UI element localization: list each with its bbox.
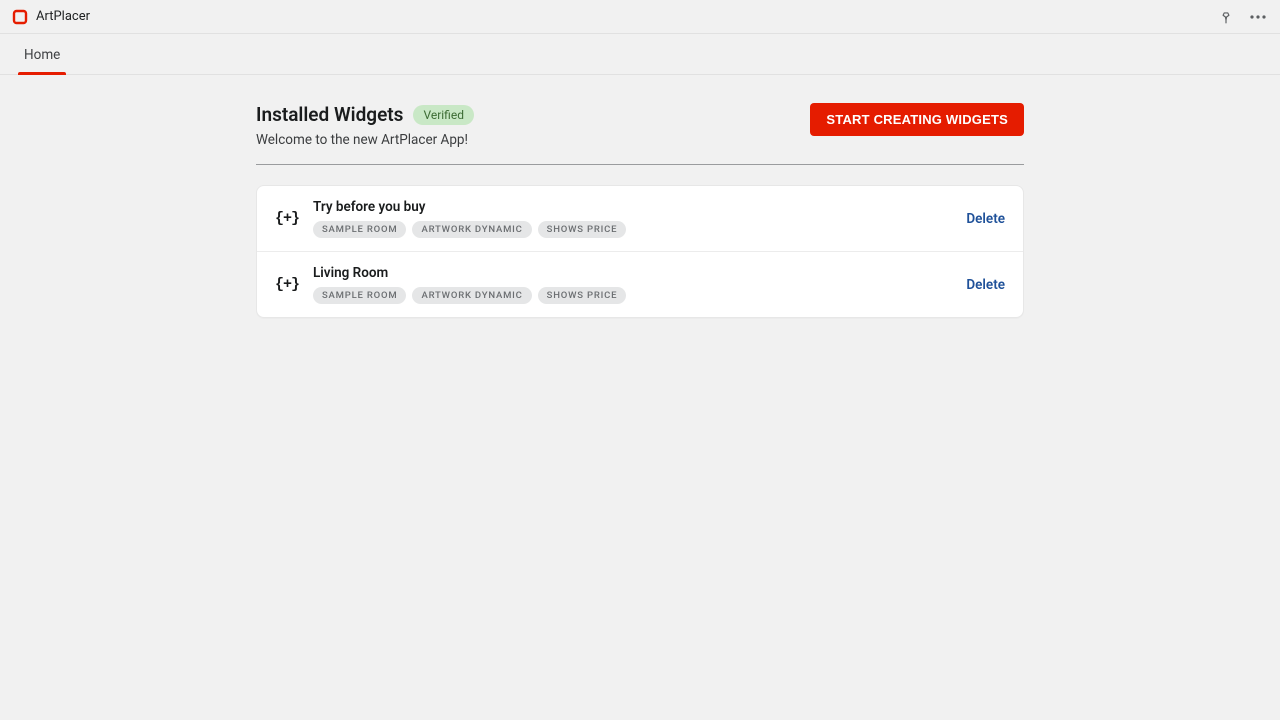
widget-tag: ARTWORK DYNAMIC	[412, 287, 531, 304]
start-creating-widgets-button[interactable]: START CREATING WIDGETS	[810, 103, 1024, 136]
widget-title: Try before you buy	[313, 199, 950, 215]
widget-icon: {+}	[275, 276, 297, 293]
widget-row[interactable]: {+} Try before you buy SAMPLE ROOM ARTWO…	[257, 186, 1023, 251]
header-divider	[256, 164, 1024, 165]
widget-tags: SAMPLE ROOM ARTWORK DYNAMIC SHOWS PRICE	[313, 221, 950, 238]
tab-bar: Home	[0, 34, 1280, 75]
widget-tag: SAMPLE ROOM	[313, 221, 406, 238]
widget-icon: {+}	[275, 210, 297, 227]
more-icon[interactable]	[1248, 7, 1268, 27]
widget-main: Try before you buy SAMPLE ROOM ARTWORK D…	[313, 199, 950, 238]
tab-home[interactable]: Home	[18, 36, 66, 74]
topbar-actions	[1216, 7, 1268, 27]
widget-main: Living Room SAMPLE ROOM ARTWORK DYNAMIC …	[313, 265, 950, 304]
app-logo-icon	[12, 9, 28, 25]
verified-badge: Verified	[413, 105, 474, 125]
content-area: Installed Widgets Verified Welcome to th…	[0, 75, 1280, 318]
widget-tag: SAMPLE ROOM	[313, 287, 406, 304]
widget-tag: ARTWORK DYNAMIC	[412, 221, 531, 238]
pin-icon[interactable]	[1216, 7, 1236, 27]
page-header: Installed Widgets Verified Welcome to th…	[256, 103, 1024, 148]
brand: ArtPlacer	[12, 9, 90, 25]
widget-tags: SAMPLE ROOM ARTWORK DYNAMIC SHOWS PRICE	[313, 287, 950, 304]
container: Installed Widgets Verified Welcome to th…	[256, 103, 1024, 318]
page-header-left: Installed Widgets Verified Welcome to th…	[256, 103, 474, 148]
title-line: Installed Widgets Verified	[256, 103, 474, 126]
widget-row[interactable]: {+} Living Room SAMPLE ROOM ARTWORK DYNA…	[257, 251, 1023, 317]
widget-list: {+} Try before you buy SAMPLE ROOM ARTWO…	[256, 185, 1024, 318]
page-title: Installed Widgets	[256, 103, 403, 126]
delete-button[interactable]: Delete	[966, 211, 1005, 227]
topbar: ArtPlacer	[0, 0, 1280, 34]
page-subtitle: Welcome to the new ArtPlacer App!	[256, 132, 474, 148]
delete-button[interactable]: Delete	[966, 277, 1005, 293]
app-name: ArtPlacer	[36, 9, 90, 24]
widget-tag: SHOWS PRICE	[538, 287, 627, 304]
widget-tag: SHOWS PRICE	[538, 221, 627, 238]
widget-title: Living Room	[313, 265, 950, 281]
tab-label: Home	[24, 47, 60, 63]
